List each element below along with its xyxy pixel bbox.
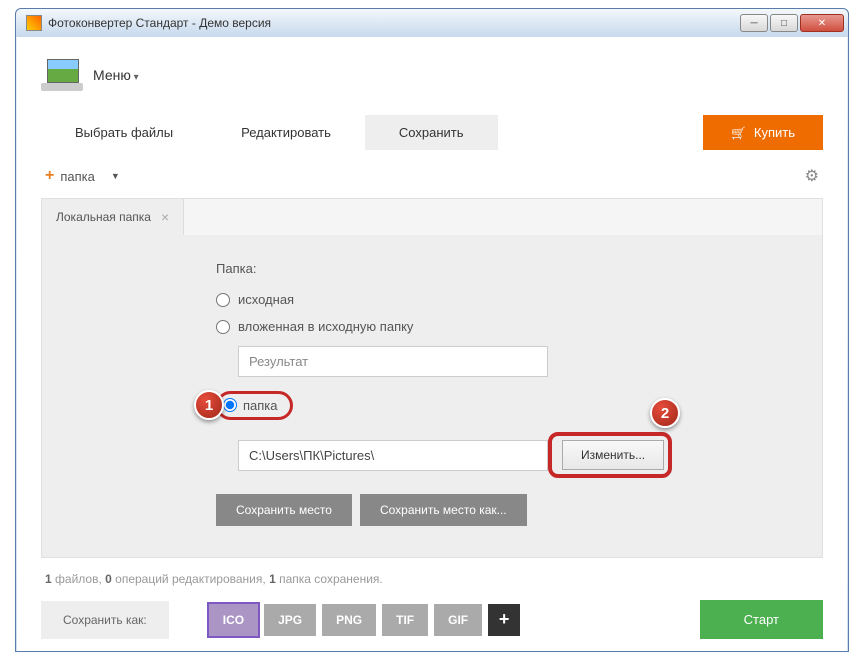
radio-folder-label: папка <box>243 398 278 413</box>
tab-edit[interactable]: Редактировать <box>207 115 365 150</box>
save-as-label: Сохранить как: <box>41 601 169 639</box>
plus-icon: + <box>45 167 54 185</box>
close-icon[interactable]: × <box>161 209 169 225</box>
highlight-annotation-2: Изменить... <box>548 432 672 478</box>
status-folders-count: 1 <box>269 572 276 586</box>
radio-nested-label: вложенная в исходную папку <box>238 319 413 334</box>
highlight-annotation-1: папка <box>216 391 293 420</box>
window-buttons: ─ □ ✕ <box>740 14 844 32</box>
maximize-button[interactable]: □ <box>770 14 798 32</box>
format-ico-button[interactable]: ICO <box>209 604 258 636</box>
close-button[interactable]: ✕ <box>800 14 844 32</box>
nested-folder-input[interactable] <box>238 346 548 377</box>
window-title: Фотоконвертер Стандарт - Демо версия <box>48 16 740 30</box>
format-gif-button[interactable]: GIF <box>434 604 482 636</box>
buy-label: Купить <box>754 125 795 140</box>
tab-select-files[interactable]: Выбрать файлы <box>41 115 207 150</box>
status-files-count: 1 <box>45 572 52 586</box>
gear-icon[interactable]: ⚙ <box>805 166 819 186</box>
chevron-down-icon: ▼ <box>111 171 120 181</box>
format-tif-button[interactable]: TIF <box>382 604 428 636</box>
save-place-as-button[interactable]: Сохранить место как... <box>360 494 527 526</box>
format-jpg-button[interactable]: JPG <box>264 604 316 636</box>
save-buttons: Сохранить место Сохранить место как... <box>216 494 822 526</box>
cart-icon <box>731 125 746 140</box>
radio-nested-row: вложенная в исходную папку <box>216 319 822 334</box>
add-folder-label: папка <box>60 169 95 184</box>
path-row: Изменить... <box>238 432 822 478</box>
radio-source[interactable] <box>216 293 230 307</box>
app-icon <box>26 15 42 31</box>
panel-tab-label: Локальная папка <box>56 210 151 224</box>
menu-row: Меню <box>41 53 823 109</box>
add-format-button[interactable]: + <box>488 604 520 636</box>
add-folder-button[interactable]: + папка ▼ <box>45 167 120 185</box>
panel-content: Папка: исходная вложенная в исходную пап… <box>42 235 822 550</box>
status-ops-count: 0 <box>105 572 112 586</box>
save-place-button[interactable]: Сохранить место <box>216 494 352 526</box>
callout-1: 1 <box>194 390 224 420</box>
main-tabs: Выбрать файлы Редактировать Сохранить Ку… <box>41 109 823 156</box>
path-input[interactable] <box>238 440 548 471</box>
radio-source-label: исходная <box>238 292 294 307</box>
format-png-button[interactable]: PNG <box>322 604 376 636</box>
toolbar: + папка ▼ ⚙ <box>41 156 823 198</box>
panel-tabs: Локальная папка × <box>42 199 822 235</box>
tab-save[interactable]: Сохранить <box>365 115 498 150</box>
titlebar: Фотоконвертер Стандарт - Демо версия ─ □… <box>16 9 848 37</box>
buy-button[interactable]: Купить <box>703 115 823 150</box>
panel-tab-local-folder[interactable]: Локальная папка × <box>42 199 184 235</box>
callout-2: 2 <box>650 398 680 428</box>
menu-dropdown[interactable]: Меню <box>93 67 139 83</box>
folder-label: Папка: <box>216 261 822 276</box>
radio-folder-row: папка <box>216 391 822 420</box>
save-panel: Локальная папка × Папка: исходная вложен… <box>41 198 823 558</box>
radio-nested[interactable] <box>216 320 230 334</box>
start-button[interactable]: Старт <box>700 600 823 639</box>
change-button[interactable]: Изменить... <box>562 440 664 470</box>
status-bar: 1 файлов, 0 операций редактирования, 1 п… <box>41 558 823 600</box>
minimize-button[interactable]: ─ <box>740 14 768 32</box>
window-chrome: Фотоконвертер Стандарт - Демо версия ─ □… <box>15 8 849 652</box>
radio-source-row: исходная <box>216 292 822 307</box>
radio-folder[interactable] <box>223 398 237 412</box>
window-body: Меню Выбрать файлы Редактировать Сохрани… <box>17 37 847 651</box>
bottom-bar: Сохранить как: ICO JPG PNG TIF GIF + Ста… <box>41 600 823 639</box>
monitor-icon <box>41 59 83 91</box>
